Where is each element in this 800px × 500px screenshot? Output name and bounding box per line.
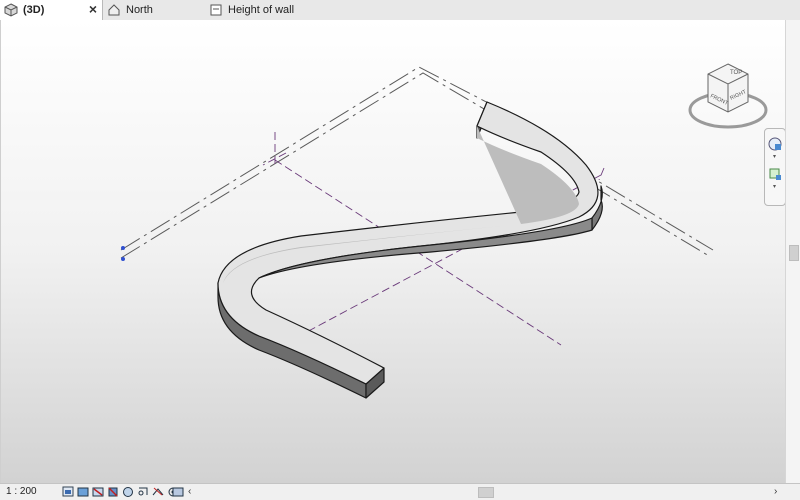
chevron-left-icon[interactable]: ‹	[188, 486, 196, 497]
level-marker-icon	[121, 246, 125, 250]
level-marker-icon	[121, 257, 125, 261]
scrollbar-thumb[interactable]	[478, 487, 494, 498]
3d-view-icon	[3, 2, 19, 18]
tab-height-of-wall[interactable]: Height of wall	[208, 0, 338, 20]
tab-label: (3D)	[23, 4, 45, 16]
vertical-scrollbar[interactable]	[785, 20, 800, 483]
crop-view-icon[interactable]	[137, 486, 149, 497]
shadows-icon[interactable]	[107, 486, 119, 497]
view-scale[interactable]: 1 : 200	[6, 486, 37, 497]
navigation-bar: ▾ ▾	[764, 128, 786, 206]
tab-north[interactable]: North	[106, 0, 206, 20]
render-icon[interactable]	[122, 486, 134, 497]
section-view-icon	[208, 2, 224, 18]
tab-label: Height of wall	[228, 4, 295, 16]
view-tab-bar: (3D) × North Height of wall	[0, 0, 800, 21]
dropdown-arrow-icon[interactable]: ▾	[773, 183, 776, 190]
scrollbar-thumb[interactable]	[789, 245, 799, 261]
viewcube-top-label: TOP	[730, 70, 742, 76]
dropdown-arrow-icon[interactable]: ▾	[773, 153, 776, 160]
detail-level-icon[interactable]	[62, 486, 74, 497]
3d-viewport[interactable]: TOP FRONT RIGHT ▾ ▾	[0, 20, 786, 483]
steering-wheel-icon[interactable]	[768, 137, 782, 151]
visual-style-icon[interactable]	[77, 486, 89, 497]
tab-3d[interactable]: (3D) ×	[0, 0, 103, 20]
tab-label: North	[126, 4, 153, 16]
horizontal-scrollbar[interactable]	[200, 485, 785, 499]
curved-wall[interactable]	[217, 101, 603, 399]
sun-path-icon[interactable]	[92, 486, 104, 497]
elevation-view-icon	[106, 2, 122, 18]
zoom-icon[interactable]	[768, 167, 782, 181]
chevron-right-icon[interactable]: ›	[774, 486, 782, 497]
view-control-bar: 1 : 200 ‹ ›	[0, 483, 800, 500]
close-icon[interactable]: ×	[86, 2, 100, 16]
reveal-hidden-icon[interactable]	[172, 486, 184, 497]
viewcube[interactable]: TOP FRONT RIGHT	[686, 52, 770, 136]
show-crop-icon[interactable]	[152, 486, 164, 497]
